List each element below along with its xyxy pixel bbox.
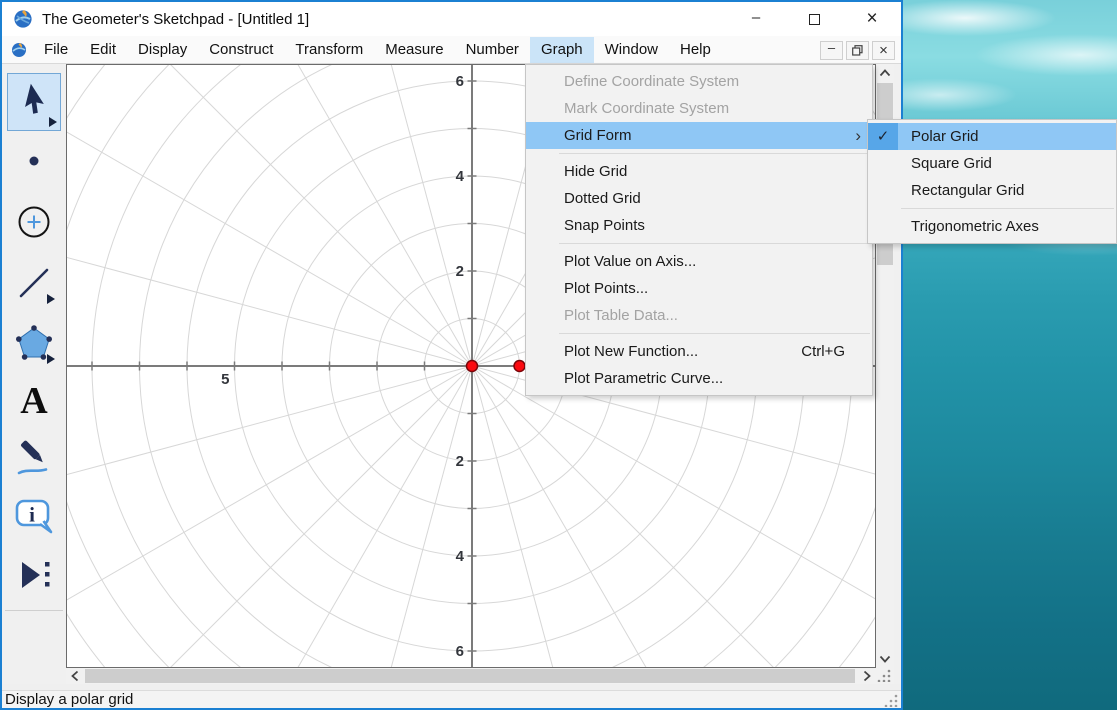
polygon-tool[interactable] [10, 319, 58, 367]
toolbar-divider [5, 610, 63, 611]
mdi-window-controls: – × [820, 40, 895, 60]
selection-arrow-tool[interactable] [7, 73, 61, 131]
chevron-up-icon [879, 69, 891, 77]
menu-help[interactable]: Help [669, 37, 722, 63]
menu-item-mark-coordinate-system: Mark Coordinate System [564, 100, 730, 117]
menu-display[interactable]: Display [127, 37, 198, 63]
menu-separator [901, 208, 1114, 209]
straightedge-tool[interactable] [10, 259, 58, 307]
menu-separator [559, 243, 870, 244]
flyout-arrow-icon [47, 294, 55, 304]
compass-circle-tool[interactable] [10, 198, 58, 246]
flyout-arrow-icon [49, 117, 57, 127]
compass-circle-icon [18, 206, 50, 238]
submenu-item-polar-grid[interactable]: ✓ Polar Grid [868, 123, 1116, 150]
status-text: Display a polar grid [5, 691, 134, 708]
menu-item-plot-points[interactable]: Plot Points... [526, 275, 872, 302]
menu-bar: File Edit Display Construct Transform Me… [2, 36, 901, 64]
menu-item-grid-form[interactable]: Grid Form › [526, 122, 872, 149]
graph-menu-dropdown: Define Coordinate System Mark Coordinate… [525, 64, 873, 396]
menu-item-hide-grid[interactable]: Hide Grid [526, 158, 872, 185]
menu-number[interactable]: Number [455, 37, 530, 63]
text-tool[interactable]: A [10, 376, 58, 424]
custom-tool-icon [22, 562, 50, 588]
resize-grip-icon[interactable] [883, 693, 899, 707]
shortcut-label: Ctrl+G [801, 343, 845, 360]
menu-item-snap-points[interactable]: Snap Points [526, 212, 872, 239]
text-tool-icon: A [20, 380, 48, 422]
svg-text:A: A [20, 380, 48, 422]
menu-edit[interactable]: Edit [79, 37, 127, 63]
svg-text:2: 2 [456, 453, 464, 470]
minimize-button[interactable]: – [727, 2, 785, 36]
grid-form-submenu: ✓ Polar Grid Square Grid Rectangular Gri… [867, 119, 1117, 244]
menu-item-plot-parametric-curve[interactable]: Plot Parametric Curve... [526, 365, 872, 392]
checkmark-icon: ✓ [868, 123, 898, 150]
flyout-arrow-icon [47, 354, 55, 364]
horizontal-scrollbar[interactable] [66, 668, 876, 684]
close-button[interactable]: × [843, 2, 901, 36]
mdi-close-button[interactable]: × [872, 41, 895, 60]
menu-file[interactable]: File [33, 37, 79, 63]
svg-text:4: 4 [456, 548, 465, 565]
document-icon [12, 42, 26, 57]
status-bar: Display a polar grid [2, 690, 901, 708]
scroll-right-button[interactable] [858, 668, 876, 684]
menu-graph[interactable]: Graph [529, 36, 594, 63]
menu-window[interactable]: Window [594, 37, 669, 63]
window-title: The Geometer's Sketchpad - [Untitled 1] [42, 10, 310, 28]
menu-transform[interactable]: Transform [284, 37, 374, 63]
menu-separator [559, 153, 870, 154]
submenu-item-rectangular-grid[interactable]: Rectangular Grid [868, 177, 1116, 204]
chevron-right-icon [863, 670, 871, 682]
tool-palette: A i [2, 64, 66, 684]
menu-measure[interactable]: Measure [374, 37, 454, 63]
menu-item-plot-value-on-axis[interactable]: Plot Value on Axis... [526, 248, 872, 275]
scroll-left-button[interactable] [66, 668, 84, 684]
gsp-logo-icon [14, 10, 32, 28]
menu-item-plot-new-function[interactable]: Plot New Function... Ctrl+G [526, 338, 872, 365]
svg-text:i: i [29, 503, 35, 527]
scrollbar-corner-grip[interactable] [876, 668, 894, 684]
mdi-restore-button[interactable] [846, 41, 869, 60]
scroll-up-button[interactable] [876, 64, 894, 82]
mdi-minimize-button[interactable]: – [820, 40, 843, 60]
window-controls: – × [727, 2, 901, 36]
svg-text:5: 5 [221, 371, 229, 388]
chevron-down-icon [879, 655, 891, 663]
svg-text:2: 2 [456, 263, 464, 280]
maximize-button[interactable] [785, 2, 843, 36]
menu-separator [559, 333, 870, 334]
submenu-item-trigonometric-axes[interactable]: Trigonometric Axes [868, 213, 1116, 240]
information-tool[interactable]: i [10, 493, 58, 541]
screen: The Geometer's Sketchpad - [Untitled 1] … [0, 0, 1117, 710]
menu-item-plot-table-data: Plot Table Data... [564, 307, 678, 324]
submenu-item-square-grid[interactable]: Square Grid [868, 150, 1116, 177]
chevron-left-icon [71, 670, 79, 682]
information-icon: i [15, 499, 53, 534]
svg-text:6: 6 [456, 643, 464, 660]
menu-construct[interactable]: Construct [198, 37, 284, 63]
custom-tool[interactable] [10, 551, 58, 599]
menu-item-dotted-grid[interactable]: Dotted Grid [526, 185, 872, 212]
svg-text:4: 4 [456, 168, 465, 185]
svg-text:6: 6 [456, 73, 464, 90]
horizontal-scroll-thumb[interactable] [85, 669, 855, 683]
marker-tool[interactable] [10, 434, 58, 482]
resize-grip-icon [877, 669, 891, 683]
point-icon [29, 156, 39, 166]
restore-icon [852, 45, 863, 56]
submenu-arrow-icon: › [855, 126, 861, 145]
title-bar: The Geometer's Sketchpad - [Untitled 1] … [2, 2, 901, 36]
menu-item-define-coordinate-system: Define Coordinate System [564, 73, 740, 90]
marker-icon [17, 440, 48, 475]
point-tool[interactable] [10, 138, 58, 186]
scroll-down-button[interactable] [876, 650, 894, 668]
